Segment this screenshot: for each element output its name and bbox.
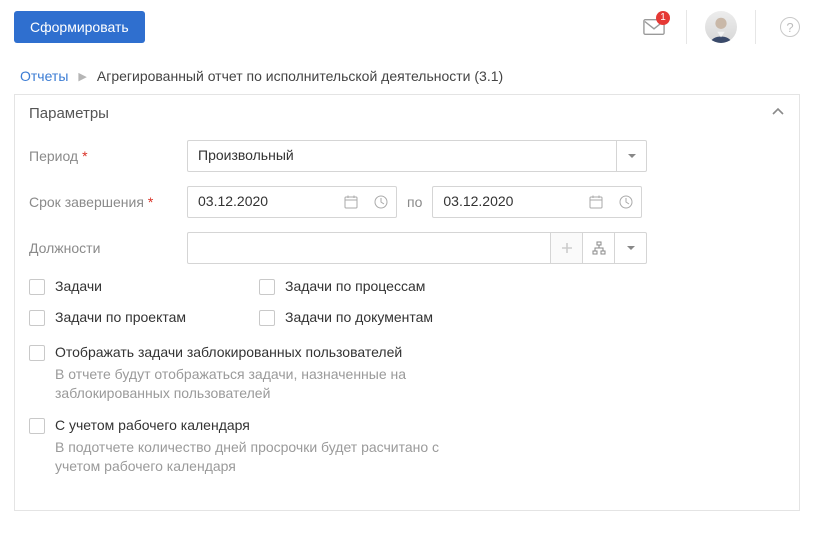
period-dropdown-button[interactable] — [616, 141, 646, 171]
deadline-from-value: 03.12.2020 — [188, 187, 336, 217]
check-blocked-users: Отображать задачи заблокированных пользо… — [29, 344, 785, 403]
caret-down-icon — [627, 151, 637, 161]
check-working-calendar: С учетом рабочего календаря В подотчете … — [29, 417, 785, 476]
avatar-image — [706, 13, 736, 43]
period-row: Период* Произвольный — [29, 140, 785, 172]
notification-badge: 1 — [656, 11, 670, 25]
positions-tree-button[interactable] — [582, 233, 614, 263]
positions-input[interactable] — [187, 232, 647, 264]
deadline-row: Срок завершения* 03.12.2020 по 03.12.202… — [29, 186, 785, 218]
period-value: Произвольный — [188, 141, 616, 171]
panel-title: Параметры — [29, 105, 109, 122]
help-button[interactable]: ? — [780, 17, 800, 37]
orgchart-icon — [592, 241, 606, 255]
notifications-button[interactable]: 1 — [640, 15, 668, 39]
positions-add-button — [550, 233, 582, 263]
deadline-label: Срок завершения* — [29, 194, 187, 210]
calendar-icon — [344, 195, 358, 209]
checkbox[interactable] — [259, 310, 275, 326]
positions-label: Должности — [29, 240, 187, 256]
checkbox[interactable] — [29, 418, 45, 434]
divider — [686, 10, 687, 44]
divider — [755, 10, 756, 44]
period-label: Период* — [29, 148, 187, 164]
check-working-calendar-row[interactable]: С учетом рабочего календаря — [29, 417, 785, 434]
clock-icon — [374, 195, 388, 209]
checkbox[interactable] — [29, 310, 45, 326]
deadline-separator: по — [407, 194, 422, 210]
check-label: Задачи по процессам — [285, 278, 425, 294]
breadcrumb-current: Агрегированный отчет по исполнительской … — [97, 68, 503, 84]
time-button[interactable] — [611, 187, 641, 217]
breadcrumb: Отчеты ▶ Агрегированный отчет по исполни… — [0, 54, 814, 94]
time-button[interactable] — [366, 187, 396, 217]
deadline-to-value: 03.12.2020 — [433, 187, 581, 217]
checkbox[interactable] — [29, 345, 45, 361]
check-tasks[interactable]: Задачи — [29, 278, 249, 295]
check-label: Отображать задачи заблокированных пользо… — [55, 344, 402, 360]
plus-icon — [561, 242, 573, 254]
check-description: В подотчете количество дней просрочки бу… — [55, 438, 475, 476]
checkbox[interactable] — [259, 279, 275, 295]
calendar-button[interactable] — [581, 187, 611, 217]
check-blocked-users-row[interactable]: Отображать задачи заблокированных пользо… — [29, 344, 785, 361]
check-tasks-projects[interactable]: Задачи по проектам — [29, 309, 249, 326]
check-label: Задачи — [55, 278, 102, 294]
panel-header[interactable]: Параметры — [15, 95, 799, 132]
deadline-to-input[interactable]: 03.12.2020 — [432, 186, 642, 218]
generate-button[interactable]: Сформировать — [14, 11, 145, 43]
check-label: С учетом рабочего календаря — [55, 417, 250, 433]
check-tasks-process[interactable]: Задачи по процессам — [259, 278, 559, 295]
question-icon: ? — [786, 20, 793, 35]
calendar-icon — [589, 195, 603, 209]
topbar: Сформировать 1 ? — [0, 0, 814, 54]
check-description: В отчете будут отображаться задачи, назн… — [55, 365, 475, 403]
parameters-panel: Параметры Период* Произвольный Срок заве… — [14, 94, 800, 511]
positions-row: Должности — [29, 232, 785, 264]
clock-icon — [619, 195, 633, 209]
chevron-right-icon: ▶ — [78, 70, 86, 83]
avatar[interactable] — [705, 11, 737, 43]
positions-dropdown-button[interactable] — [614, 233, 646, 263]
check-tasks-documents[interactable]: Задачи по документам — [259, 309, 559, 326]
check-label: Задачи по проектам — [55, 309, 186, 325]
deadline-from-input[interactable]: 03.12.2020 — [187, 186, 397, 218]
chevron-up-icon — [771, 105, 785, 122]
checkbox[interactable] — [29, 279, 45, 295]
caret-down-icon — [626, 243, 636, 253]
period-select[interactable]: Произвольный — [187, 140, 647, 172]
calendar-button[interactable] — [336, 187, 366, 217]
task-type-checks: Задачи Задачи по процессам Задачи по про… — [29, 278, 785, 326]
panel-body: Период* Произвольный Срок завершения* 03… — [15, 132, 799, 510]
check-label: Задачи по документам — [285, 309, 433, 325]
positions-value — [188, 233, 550, 263]
breadcrumb-root-link[interactable]: Отчеты — [20, 68, 68, 84]
